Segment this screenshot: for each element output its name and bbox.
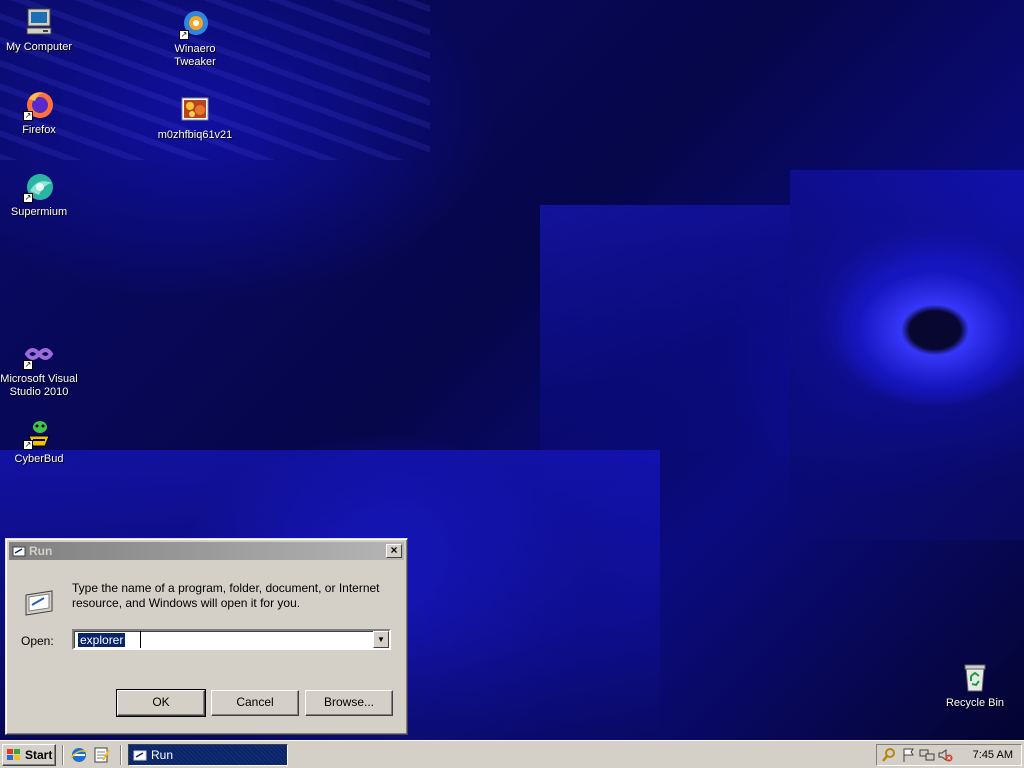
system-tray: 7:45 AM bbox=[876, 744, 1022, 766]
open-label: Open: bbox=[21, 634, 54, 648]
visual-studio-icon: ↗ bbox=[23, 338, 55, 370]
wallpaper-panel bbox=[790, 170, 1024, 540]
windows-logo-icon bbox=[7, 749, 20, 760]
desktop-icon-label: Supermium bbox=[10, 206, 68, 218]
computer-icon bbox=[23, 6, 55, 38]
desktop-icon-image-file[interactable]: m0zhfbiq61v21 bbox=[156, 94, 234, 142]
desktop-icon-label: CyberBud bbox=[14, 453, 64, 465]
shortcut-arrow-icon: ↗ bbox=[23, 111, 33, 121]
browse-button[interactable]: Browse... bbox=[305, 690, 393, 716]
notepad-icon[interactable] bbox=[93, 746, 111, 764]
open-input[interactable]: explorer bbox=[76, 632, 127, 648]
desktop-icon-my-computer[interactable]: My Computer bbox=[0, 6, 78, 54]
clock[interactable]: 7:45 AM bbox=[973, 747, 1013, 763]
desktop-icon-label: My Computer bbox=[5, 41, 73, 53]
text-cursor bbox=[140, 631, 141, 648]
network-icon[interactable] bbox=[919, 747, 935, 763]
start-label: Start bbox=[25, 748, 53, 762]
desktop-icon-label: Microsoft Visual Studio 2010 bbox=[0, 373, 78, 398]
close-button[interactable]: × bbox=[386, 544, 402, 558]
wallpaper-cd-disc bbox=[835, 255, 1024, 405]
volume-muted-icon[interactable] bbox=[937, 747, 953, 763]
desktop-icon-label: m0zhfbiq61v21 bbox=[157, 129, 233, 141]
shortcut-arrow-icon: ↗ bbox=[23, 360, 33, 370]
desktop-icon-label: Winaero Tweaker bbox=[174, 43, 216, 68]
ok-button[interactable]: OK bbox=[116, 689, 206, 717]
supermium-icon: ↗ bbox=[23, 171, 55, 203]
open-combobox[interactable]: explorer ▼ bbox=[72, 629, 391, 650]
image-file-icon bbox=[179, 94, 211, 126]
run-icon bbox=[12, 546, 26, 557]
desktop-icon-firefox[interactable]: ↗ Firefox bbox=[0, 89, 78, 137]
desktop-icon-cyberbud[interactable]: ↗ CyberBud bbox=[0, 418, 78, 466]
start-button[interactable]: Start bbox=[2, 744, 56, 766]
winaero-icon: ↗ bbox=[179, 8, 211, 40]
shortcut-arrow-icon: ↗ bbox=[23, 440, 33, 450]
chevron-down-icon: ▼ bbox=[377, 635, 385, 644]
shortcut-arrow-icon: ↗ bbox=[23, 193, 33, 203]
close-icon: × bbox=[390, 543, 398, 557]
cyberbud-icon: ↗ bbox=[23, 418, 55, 450]
search-icon[interactable] bbox=[881, 747, 897, 763]
taskbar-separator bbox=[62, 745, 64, 765]
desktop-icon-label: Firefox bbox=[22, 124, 56, 136]
internet-explorer-icon[interactable] bbox=[70, 746, 88, 764]
cancel-button[interactable]: Cancel bbox=[211, 690, 299, 716]
shortcut-arrow-icon: ↗ bbox=[179, 30, 189, 40]
run-dialog[interactable]: Run × Type the name of a program, folder… bbox=[5, 538, 408, 735]
run-dialog-description: Type the name of a program, folder, docu… bbox=[72, 581, 380, 610]
run-dialog-title: Run bbox=[29, 544, 53, 558]
taskbar-separator bbox=[120, 745, 122, 765]
flag-icon[interactable] bbox=[901, 747, 917, 763]
run-dialog-titlebar[interactable]: Run × bbox=[9, 542, 404, 560]
dropdown-button[interactable]: ▼ bbox=[373, 631, 389, 648]
firefox-icon: ↗ bbox=[23, 89, 55, 121]
desktop-icon-recycle-bin[interactable]: Recycle Bin bbox=[936, 662, 1014, 710]
desktop-icon-supermium[interactable]: ↗ Supermium bbox=[0, 171, 78, 219]
desktop-icon-visual-studio-2010[interactable]: ↗ Microsoft Visual Studio 2010 bbox=[0, 338, 78, 399]
taskbar-button-run[interactable]: Run bbox=[128, 744, 288, 766]
run-program-icon bbox=[25, 590, 53, 616]
run-icon bbox=[133, 750, 147, 761]
desktop-icon-winaero-tweaker[interactable]: ↗ Winaero Tweaker bbox=[156, 8, 234, 69]
desktop-icon-label: Recycle Bin bbox=[945, 697, 1005, 709]
recycle-bin-icon bbox=[959, 662, 991, 694]
wallpaper-panel bbox=[540, 205, 790, 450]
taskbar-button-label: Run bbox=[151, 748, 174, 762]
taskbar: Start Run 7:45 AM bbox=[0, 740, 1024, 768]
